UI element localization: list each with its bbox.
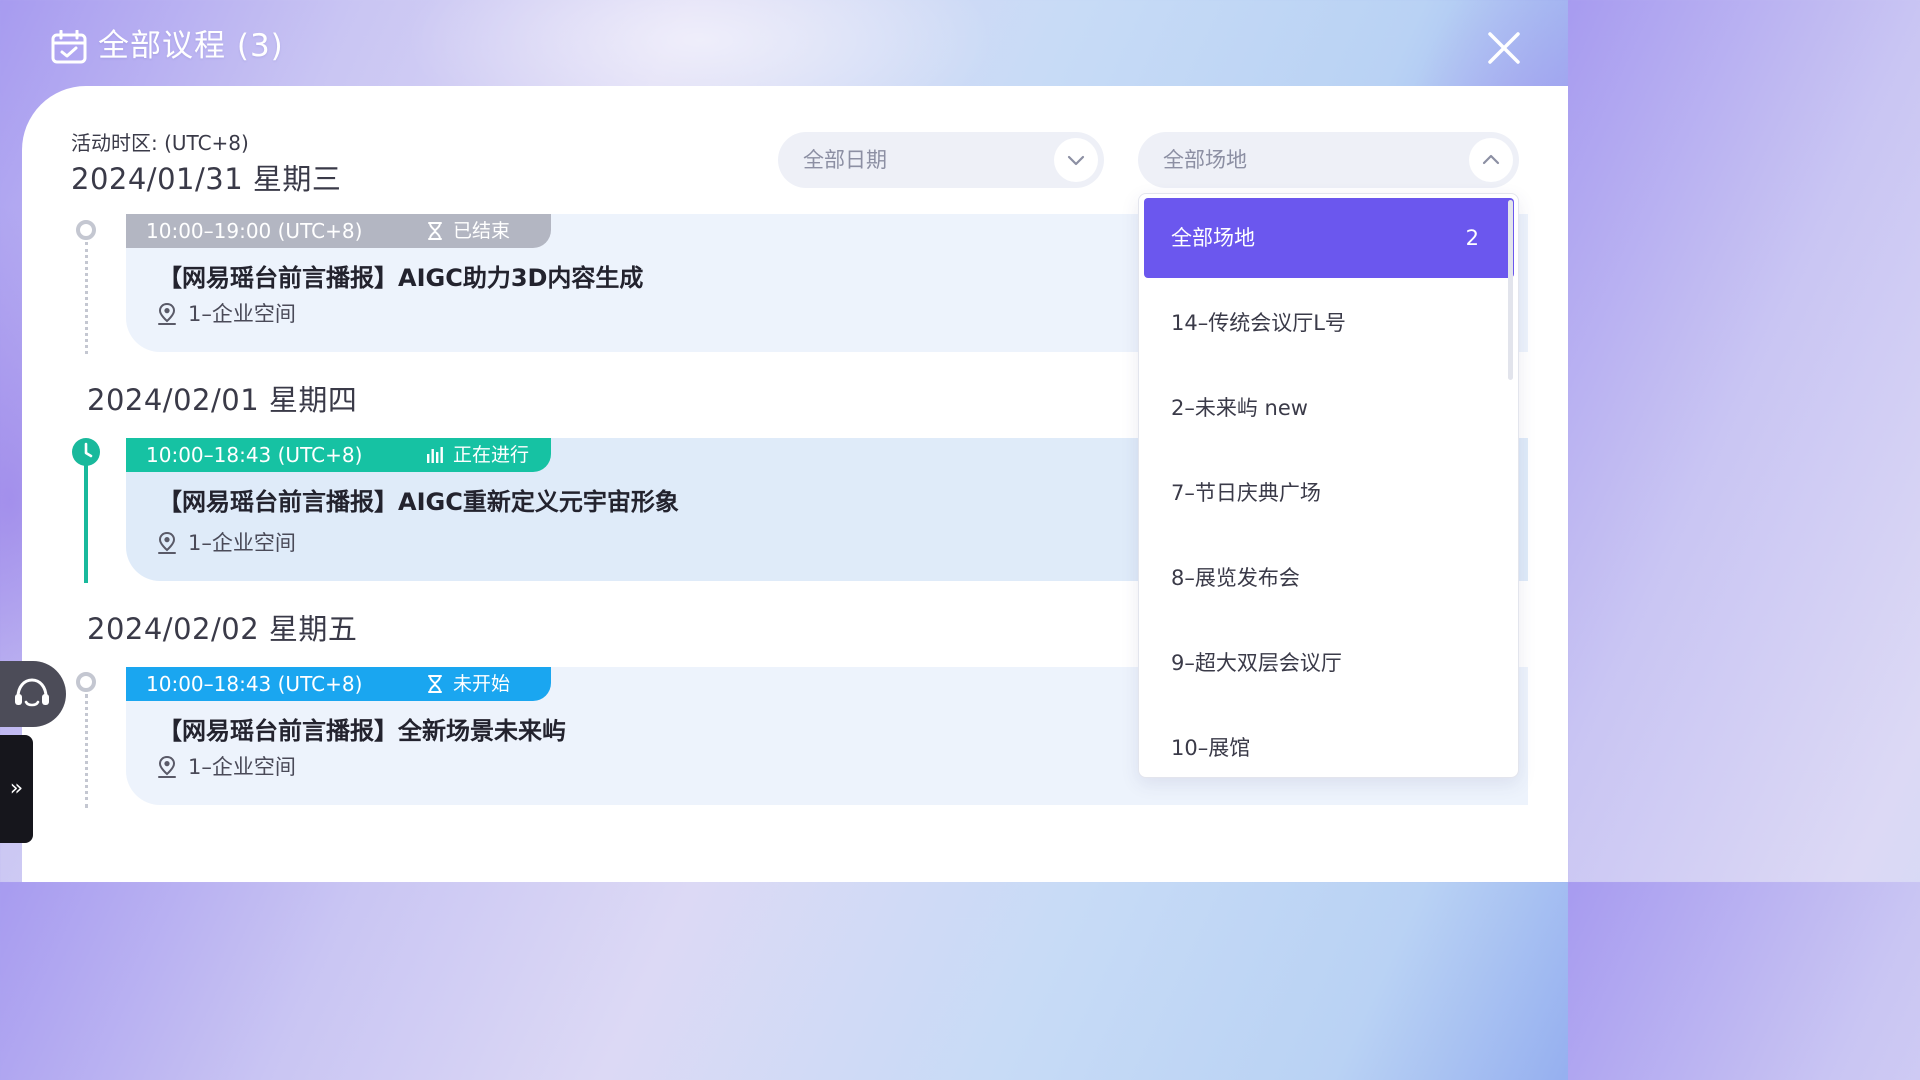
modal-title: 全部议程 (3) <box>98 28 284 64</box>
venue-option[interactable]: 10–展馆 <box>1139 708 1518 777</box>
date-filter-value: 全部日期 <box>803 148 887 172</box>
session-location: 1–企业空间 <box>188 302 296 326</box>
session-time: 10:00–19:00 (UTC+8) <box>146 219 363 243</box>
venue-option[interactable]: 14–传统会议厅L号 <box>1139 283 1518 363</box>
timeline-connector <box>85 694 88 808</box>
session-status-badge: 正在进行 <box>453 444 530 466</box>
session-time-tag: 10:00–18:43 (UTC+8) 未开始 <box>126 667 551 701</box>
venue-option-label: 9–超大双层会议厅 <box>1171 651 1342 675</box>
venue-option[interactable]: 2–未来屿 new <box>1139 368 1518 448</box>
venue-option-count: 2 <box>1465 226 1479 250</box>
date-filter-select[interactable]: 全部日期 <box>778 132 1104 188</box>
session-time-tag: 10:00–18:43 (UTC+8) 正在进行 <box>126 438 551 472</box>
session-time: 10:00–18:43 (UTC+8) <box>146 672 363 696</box>
chevron-up-icon <box>1469 138 1513 182</box>
session-title: 【网易瑶台前言播报】AIGC助力3D内容生成 <box>158 264 644 292</box>
close-icon[interactable] <box>1482 26 1526 70</box>
session-title: 【网易瑶台前言播报】AIGC重新定义元宇宙形象 <box>158 488 679 516</box>
session-location: 1–企业空间 <box>188 531 296 555</box>
venue-option-label: 2–未来屿 new <box>1171 396 1308 420</box>
timeline-dot <box>76 220 96 240</box>
venue-option[interactable]: 7–节日庆典广场 <box>1139 453 1518 533</box>
venue-option[interactable]: 9–超大双层会议厅 <box>1139 623 1518 703</box>
chevron-down-icon <box>1054 138 1098 182</box>
session-time-tag: 10:00–19:00 (UTC+8) 已结束 <box>126 214 551 248</box>
venue-option-label: 8–展览发布会 <box>1171 566 1300 590</box>
location-pin-icon <box>158 302 176 325</box>
live-bars-icon <box>427 447 443 463</box>
venue-option-label: 全部场地 <box>1171 226 1255 250</box>
venue-option-label: 14–传统会议厅L号 <box>1171 311 1346 335</box>
session-title: 【网易瑶台前言播报】全新场景未来屿 <box>158 717 566 745</box>
session-status-badge: 未开始 <box>453 673 511 695</box>
hourglass-icon <box>428 675 442 693</box>
modal-header: 全部议程 (3) <box>0 0 1568 90</box>
venue-option-label: 7–节日庆典广场 <box>1171 481 1321 505</box>
day-heading: 2024/02/01 星期四 <box>87 383 358 417</box>
location-pin-icon <box>158 755 176 778</box>
venue-filter-select[interactable]: 全部场地 <box>1138 132 1519 188</box>
venue-filter-value: 全部场地 <box>1163 148 1247 172</box>
day-heading: 2024/01/31 星期三 <box>71 162 342 196</box>
day-heading: 2024/02/02 星期五 <box>87 612 358 646</box>
timeline-connector <box>85 242 88 354</box>
expand-sidebar-button[interactable]: » <box>0 735 33 843</box>
location-pin-icon <box>158 531 176 554</box>
session-location: 1–企业空间 <box>188 755 296 779</box>
headset-icon <box>15 678 49 707</box>
support-button[interactable] <box>0 661 66 727</box>
dropdown-scrollbar[interactable] <box>1508 200 1513 380</box>
hourglass-icon <box>428 222 442 240</box>
venue-option[interactable]: 8–展览发布会 <box>1139 538 1518 618</box>
timezone-label: 活动时区: (UTC+8) <box>71 131 249 155</box>
timeline-connector <box>84 462 88 583</box>
venue-option-label: 10–展馆 <box>1171 736 1251 760</box>
venue-option-all[interactable]: 全部场地 2 <box>1144 198 1514 278</box>
venue-dropdown-menu: 全部场地 2 14–传统会议厅L号 2–未来屿 new 7–节日庆典广场 8–展… <box>1138 193 1519 778</box>
session-time: 10:00–18:43 (UTC+8) <box>146 443 363 467</box>
timeline-dot <box>76 672 96 692</box>
session-status-badge: 已结束 <box>453 220 511 242</box>
calendar-check-icon <box>51 30 87 64</box>
